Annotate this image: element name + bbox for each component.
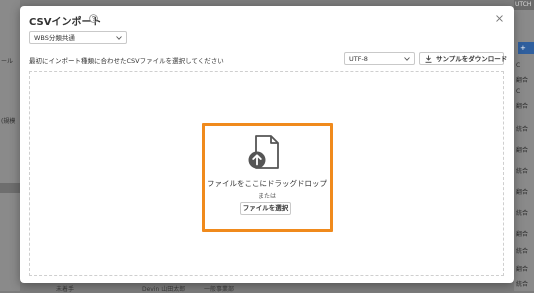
encoding-value: UTF-8 (349, 55, 368, 63)
help-icon[interactable] (89, 14, 98, 23)
file-upload-icon (248, 135, 279, 169)
background-list-item: 統合 (516, 210, 529, 217)
background-list-item: 統合 (516, 248, 529, 255)
background-row-highlight (0, 183, 20, 193)
background-list-item: 翻合 (516, 266, 529, 273)
background-text: Devin 山田太郎 (142, 286, 186, 293)
background-add-button: + (518, 42, 534, 54)
chevron-down-icon (404, 57, 410, 61)
download-sample-label: サンプルをダウンロード (436, 55, 508, 63)
background-bottom-row: 未着手 Devin 山田太郎 一般事業部 (20, 284, 514, 293)
background-right-panel: UTCH + C 翻合 C 翻合 統合 翻合 統合 翻合 統合 翻合 統合 翻合… (514, 0, 534, 291)
background-text: 未着手 (56, 286, 75, 293)
background-list-item: 翻合 (516, 189, 529, 196)
background-list-item: 統合 (516, 281, 529, 288)
drop-instruction: ファイルをここにドラッグドロップ (207, 179, 327, 188)
background-text: 一般事業部 (204, 286, 235, 293)
background-list-item: 統合 (516, 168, 529, 175)
background-list-item: 翻合 (516, 77, 529, 84)
background-list-item: 翻合 (516, 103, 529, 110)
background-list-item: 翻合 (516, 231, 529, 238)
chevron-down-icon (116, 36, 122, 40)
download-sample-button[interactable]: サンプルをダウンロード (419, 52, 508, 65)
instruction-text: 最初にインポート種類に合わせたCSVファイルを選択してください (29, 57, 224, 65)
background-list-item: 統合 (516, 126, 529, 133)
background-left-panel: ール (規模 (0, 0, 20, 291)
background-list-item: 翻合 (516, 147, 529, 154)
background-list-item: C (516, 62, 521, 69)
background-list-item: C (516, 88, 521, 95)
background-text: ール (1, 58, 14, 65)
background-header-text: UTCH (514, 0, 534, 10)
wbs-category-value: WBS分類共通 (34, 34, 75, 42)
background-text: (規模 (1, 118, 16, 125)
wbs-category-select[interactable]: WBS分類共通 (29, 31, 127, 44)
close-icon[interactable] (495, 14, 504, 23)
choose-file-button[interactable]: ファイルを選択 (240, 202, 291, 215)
encoding-select[interactable]: UTF-8 (344, 52, 415, 65)
download-icon (425, 55, 432, 63)
or-separator: または (257, 193, 276, 200)
